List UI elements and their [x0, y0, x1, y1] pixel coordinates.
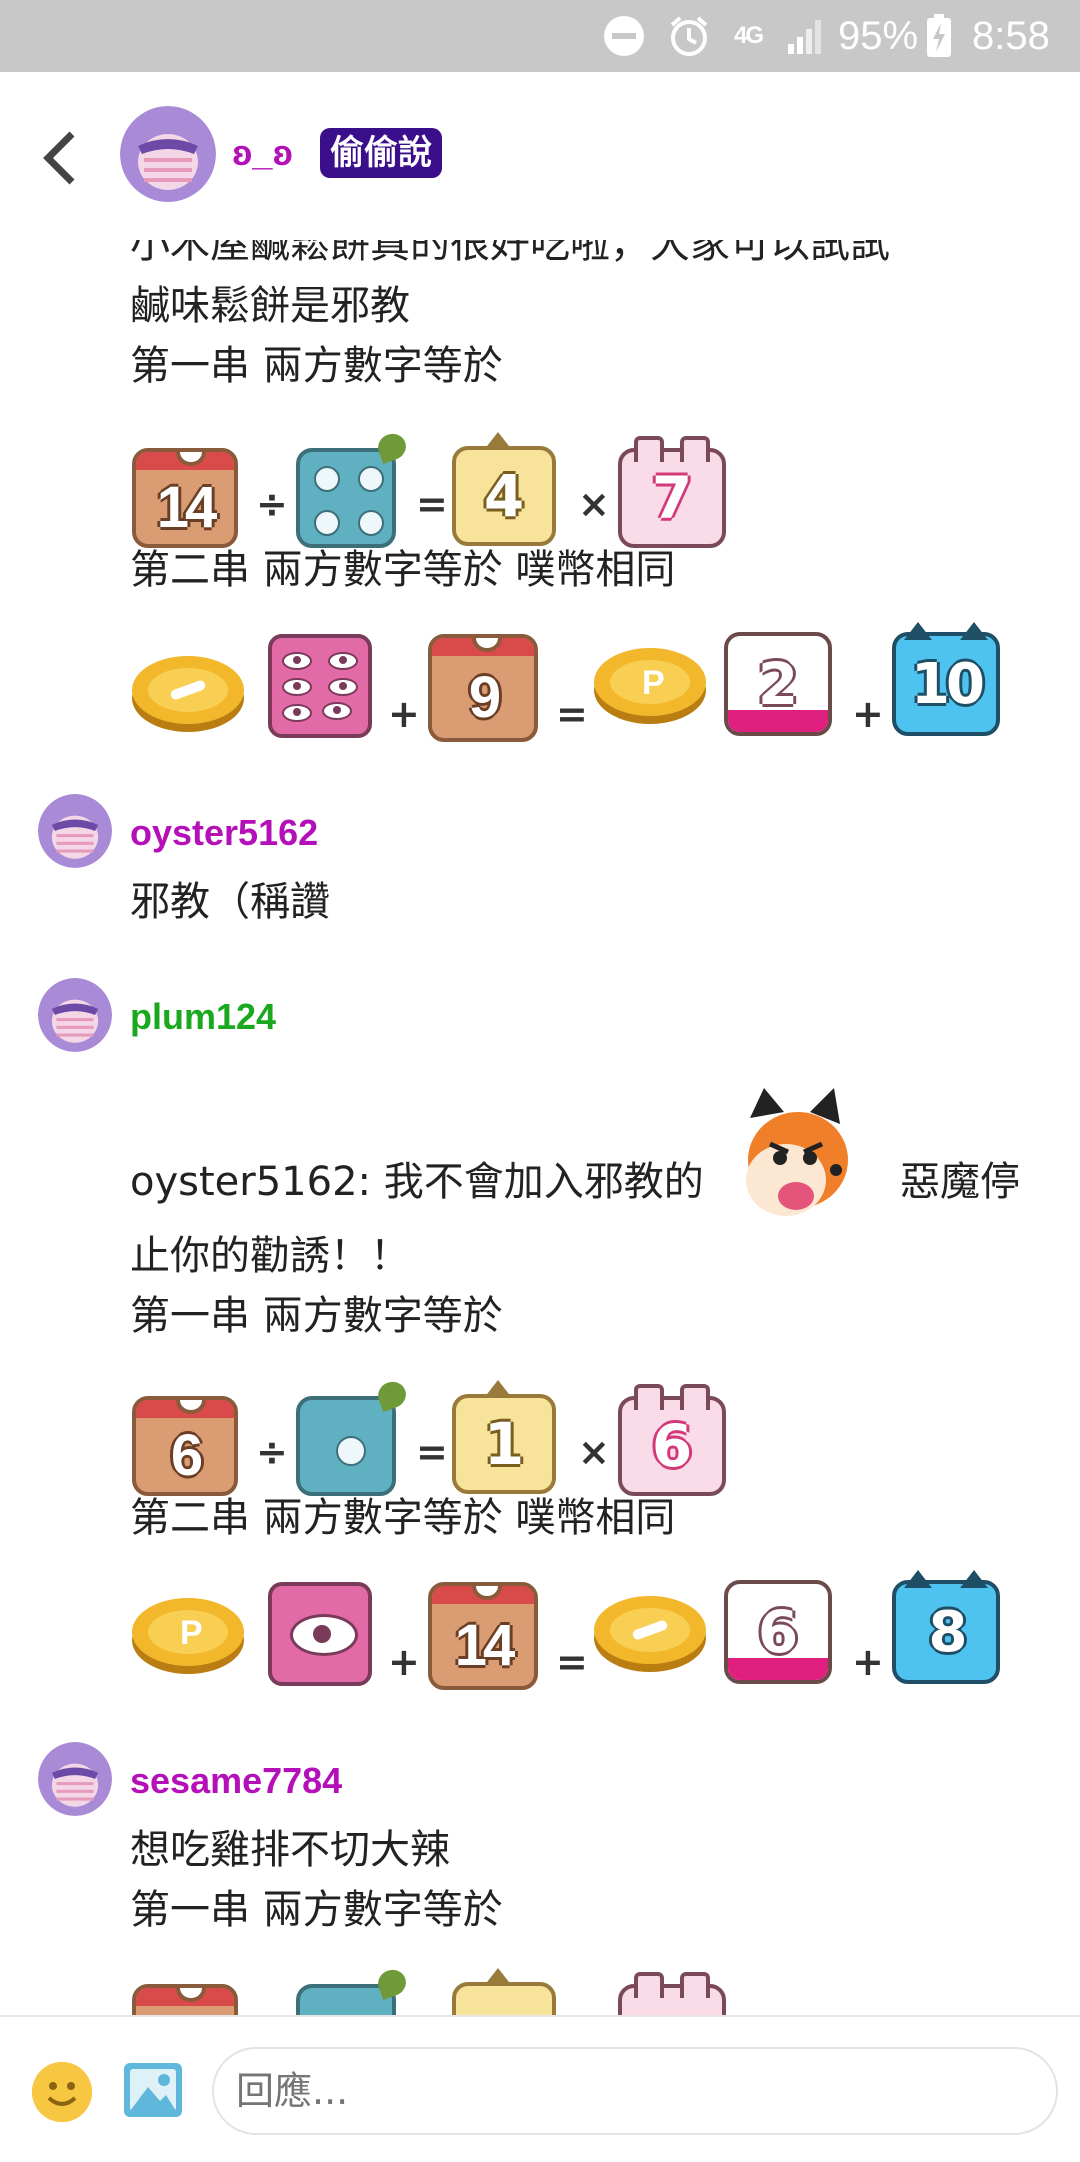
svg-text:P: P — [642, 664, 665, 702]
smiley-icon — [32, 2062, 92, 2122]
quote-text: 止你的勸誘！！ — [130, 1233, 410, 1279]
yellow-box-sticker: 4 — [452, 432, 556, 546]
reply-input[interactable] — [212, 2047, 1058, 2135]
comment-text: 邪教（稱讚 — [130, 879, 330, 925]
commenter-avatar[interactable] — [38, 1742, 112, 1816]
pink-box-sticker: 6 — [618, 1384, 726, 1496]
p-coin-icon: P — [594, 648, 706, 724]
white-box-sticker: 6 — [724, 1580, 832, 1684]
blue-box-sticker: 8 — [892, 1570, 1000, 1684]
commenter-avatar[interactable] — [38, 978, 112, 1052]
plus-sign: + — [852, 692, 884, 736]
calendar-sticker — [132, 1984, 238, 2015]
comment-text: 第一串 兩方數字等於 — [130, 1887, 503, 1933]
network-type: 4G — [734, 22, 764, 49]
equals-sign: = — [556, 692, 588, 736]
post-text-line: 第二串 兩方數字等於 噗幣相同 — [130, 547, 676, 593]
quote-text: 惡魔停 — [900, 1159, 1020, 1205]
back-button[interactable] — [34, 128, 94, 188]
post-header: ʚ_ʚ 偷偷說 — [0, 72, 1080, 244]
divide-sign: ÷ — [256, 482, 288, 526]
comment-text: 第一串 兩方數字等於 — [130, 1293, 503, 1339]
do-not-disturb-icon — [602, 0, 646, 72]
avatar[interactable] — [120, 106, 216, 202]
quote-text: oyster5162: 我不會加入邪教的 — [130, 1159, 704, 1205]
battery-percent: 95% — [838, 13, 919, 58]
equals-sign: = — [556, 1640, 588, 1684]
calendar-sticker: 14 — [132, 448, 238, 548]
yellow-box-sticker — [452, 1968, 556, 2015]
comment-text: 想吃雞排不切大辣 — [130, 1827, 450, 1873]
times-sign: × — [578, 1430, 610, 1474]
plus-sign: + — [852, 1640, 884, 1684]
comment-username[interactable]: sesame7784 — [130, 1760, 342, 1802]
clock: 8:58 — [972, 13, 1050, 58]
svg-text:P: P — [180, 1614, 203, 1652]
equals-sign: = — [416, 1430, 448, 1474]
yellow-box-sticker: 1 — [452, 1380, 556, 1494]
eye-card-sticker — [268, 1582, 372, 1686]
comment-username[interactable]: plum124 — [130, 996, 276, 1038]
post-text-line: 第一串 兩方數字等於 — [130, 343, 503, 389]
pink-box-sticker — [618, 1972, 726, 2015]
image-icon — [124, 2063, 182, 2117]
plus-sign: + — [388, 1640, 420, 1684]
comment-text: 第二串 兩方數字等於 噗幣相同 — [130, 1495, 676, 1541]
image-upload-button[interactable] — [122, 2061, 184, 2119]
reply-bar — [0, 2015, 1080, 2162]
equals-sign: = — [416, 482, 448, 526]
author-name[interactable]: ʚ_ʚ — [232, 132, 293, 174]
post-text-line: 小木屋鹹鬆餅真的很好吃啦，大家可以試試 — [130, 240, 890, 267]
alarm-icon — [666, 0, 712, 72]
calendar-sticker: 14 — [428, 1582, 538, 1690]
angry-fox-sticker — [746, 1088, 848, 1216]
eye-card-sticker — [268, 634, 372, 738]
dice-sticker — [296, 1965, 410, 2015]
white-box-sticker: 2 — [724, 632, 832, 736]
anonymous-badge: 偷偷說 — [320, 128, 442, 178]
emoji-button[interactable] — [32, 2062, 92, 2122]
dice-sticker — [296, 1377, 410, 1496]
chevron-left-icon — [43, 131, 75, 185]
thread-content: 小木屋鹹鬆餅真的很好吃啦，大家可以試試 鹹味鬆餅是邪教 第一串 兩方數字等於 1… — [0, 240, 1080, 2015]
calendar-sticker: 9 — [428, 634, 538, 742]
calendar-sticker: 6 — [132, 1396, 238, 1496]
pink-box-sticker: 7 — [618, 436, 726, 548]
divide-sign: ÷ — [256, 1430, 288, 1474]
commenter-avatar[interactable] — [38, 794, 112, 868]
blue-box-sticker: 10 — [892, 622, 1000, 736]
bone-coin-icon — [594, 1596, 706, 1672]
post-text-line: 鹹味鬆餅是邪教 — [130, 283, 410, 329]
p-coin-icon: P — [132, 1598, 244, 1674]
plus-sign: + — [388, 692, 420, 736]
times-sign: × — [578, 482, 610, 526]
dice-sticker — [296, 429, 410, 548]
status-bar: 4G 95% 8:58 — [0, 0, 1080, 72]
signal-icon — [786, 0, 826, 72]
battery-charging-icon — [926, 0, 952, 72]
bone-coin-icon — [132, 656, 244, 732]
comment-username[interactable]: oyster5162 — [130, 812, 318, 854]
